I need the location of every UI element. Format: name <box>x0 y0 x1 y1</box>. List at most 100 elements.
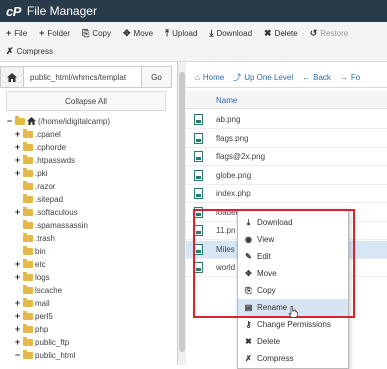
copy-icon: ⎘ <box>245 285 252 295</box>
tree-item-label: public_html <box>35 350 76 360</box>
tree-item-label: .htpasswds <box>35 155 76 165</box>
nav-button-label: Home <box>202 73 225 82</box>
go-button[interactable]: Go <box>142 66 172 88</box>
expand-icon[interactable]: + <box>14 207 21 217</box>
menu-item-delete[interactable]: ✖ Delete <box>238 333 348 350</box>
folder-icon <box>15 115 25 125</box>
menu-item-label: View <box>257 235 275 244</box>
name-column-header[interactable]: Name <box>216 96 237 105</box>
expand-icon[interactable]: + <box>14 168 21 178</box>
tree-item[interactable]: .sitepad <box>14 193 63 205</box>
tree-item[interactable]: lscache <box>14 284 62 296</box>
expand-icon[interactable]: + <box>14 259 21 269</box>
tree-item[interactable]: + perl5 <box>14 310 53 322</box>
tree-scrollbar[interactable] <box>178 62 186 365</box>
home-button[interactable] <box>0 66 24 88</box>
nav-home-button[interactable]: ⌂ Home <box>195 73 224 82</box>
file-name: 11.pn <box>216 226 236 235</box>
tree-item[interactable]: + logs <box>14 271 50 283</box>
toolbar-file-button[interactable]: + File <box>6 28 27 38</box>
delete-icon: ✖ <box>264 27 272 38</box>
tree-item[interactable]: .trash <box>14 232 55 244</box>
toolbar-copy-button[interactable]: ⎘ Copy <box>82 28 111 39</box>
menu-item-compress[interactable]: ✗ Compress <box>238 350 348 367</box>
tree-item-label: .razor <box>35 181 56 191</box>
toolbar-restore-button[interactable]: ↺ Restore <box>310 28 349 39</box>
cpanel-logo[interactable]: cP <box>6 4 21 19</box>
nav-fo-button[interactable]: → Fo <box>340 73 360 82</box>
tree-item[interactable]: − public_html <box>14 349 75 361</box>
tree-item[interactable]: − (/home/idigitalcamp) <box>6 115 110 127</box>
scrollbar-thumb[interactable] <box>179 72 185 352</box>
file-name: world <box>216 263 236 272</box>
tree-item[interactable]: .spamassassin <box>14 219 88 231</box>
tree-item[interactable]: + .cphorde <box>14 141 66 153</box>
expand-icon[interactable]: + <box>14 311 21 321</box>
tree-item-label: lscache <box>35 285 63 295</box>
folder-icon <box>23 310 33 320</box>
tree-item[interactable]: + public_ftp <box>14 336 69 348</box>
tree-item-label: mail <box>35 298 50 308</box>
menu-item-view[interactable]: ◉ View <box>238 231 348 248</box>
tree-item[interactable]: + mail <box>14 297 50 309</box>
expand-icon[interactable]: + <box>14 337 21 347</box>
copy-icon: ⎘ <box>82 27 90 38</box>
tree-item-label: bin <box>35 246 46 256</box>
folder-icon <box>23 154 33 164</box>
toolbar-button-label: Copy <box>92 28 111 38</box>
folder-icon <box>23 323 33 333</box>
expand-icon[interactable]: + <box>14 272 21 282</box>
tree-item[interactable]: .razor <box>14 180 55 192</box>
tree-item[interactable]: + .cpanel <box>14 128 61 140</box>
toolbar-folder-button[interactable]: + Folder <box>39 28 70 38</box>
toolbar-compress-button[interactable]: ✗ Compress <box>6 46 53 57</box>
tree-item-label: etc <box>35 259 46 269</box>
expand-icon[interactable]: + <box>14 142 21 152</box>
menu-item-edit[interactable]: ✎ Edit <box>238 248 348 265</box>
file-row[interactable]: globe.png <box>186 167 387 185</box>
file-row[interactable]: index.php <box>186 185 387 203</box>
toolbar-row-primary: + File + Folder ⎘ Copy ✥ Move ⤒ Upload ⤓ Download ✖ D… <box>0 24 354 42</box>
file-row[interactable]: ab.png <box>186 111 387 129</box>
collapse-all-button[interactable]: Collapse All <box>6 91 166 111</box>
nav-button-label: Fo <box>350 73 361 82</box>
toolbar-upload-button[interactable]: ⤒ Upload <box>165 28 197 39</box>
menu-item-download[interactable]: ⤓ Download <box>238 214 348 231</box>
tree-item[interactable]: + etc <box>14 258 46 270</box>
file-icon <box>194 243 203 255</box>
toolbar-delete-button[interactable]: ✖ Delete <box>264 28 298 39</box>
collapse-icon[interactable]: − <box>6 116 13 126</box>
nav-back-button[interactable]: ← Back <box>302 73 331 82</box>
collapse-icon[interactable]: − <box>14 350 21 360</box>
file-row[interactable]: flags.png <box>186 130 387 148</box>
home-icon <box>27 117 36 125</box>
file-name: flags@2x.png <box>216 152 266 161</box>
tree-item[interactable]: + .pki <box>14 167 47 179</box>
toolbar: + File + Folder ⎘ Copy ✥ Move ⤒ Upload ⤓ Download ✖ D… <box>0 22 387 62</box>
toolbar-move-button[interactable]: ✥ Move <box>123 28 153 39</box>
expand-icon[interactable]: + <box>14 298 21 308</box>
restore-icon: ↺ <box>309 27 318 38</box>
view-icon: ◉ <box>245 235 252 244</box>
nav-up-one-level-button[interactable]: ⤴ Up One Level <box>233 72 293 83</box>
path-input[interactable] <box>24 66 142 88</box>
tree-item-label: .trash <box>35 233 56 243</box>
tree-item[interactable]: bin <box>14 245 46 257</box>
toolbar-button-label: Restore <box>320 28 349 38</box>
toolbar-button-label: Folder <box>47 28 71 38</box>
menu-item-change-permissions[interactable]: ⚷ Change Permissions <box>238 316 348 333</box>
tree-item[interactable]: + .htpasswds <box>14 154 75 166</box>
file-name: ab.png <box>216 115 241 124</box>
delete-icon: ✖ <box>245 337 252 346</box>
expand-icon[interactable]: + <box>14 129 21 139</box>
expand-icon[interactable]: + <box>14 155 21 165</box>
toolbar-download-button[interactable]: ⤓ Download <box>209 28 252 39</box>
menu-item-copy[interactable]: ⎘ Copy <box>238 282 348 299</box>
tree-item-label: perl5 <box>35 311 53 321</box>
menu-item-move[interactable]: ✥ Move <box>238 265 348 282</box>
file-row[interactable]: flags@2x.png <box>186 148 387 166</box>
expand-icon[interactable]: + <box>14 324 21 334</box>
tree-item[interactable]: + .softaculous <box>14 206 78 218</box>
tree-item[interactable]: + php <box>14 323 48 335</box>
download-icon: ⤓ <box>246 217 251 227</box>
